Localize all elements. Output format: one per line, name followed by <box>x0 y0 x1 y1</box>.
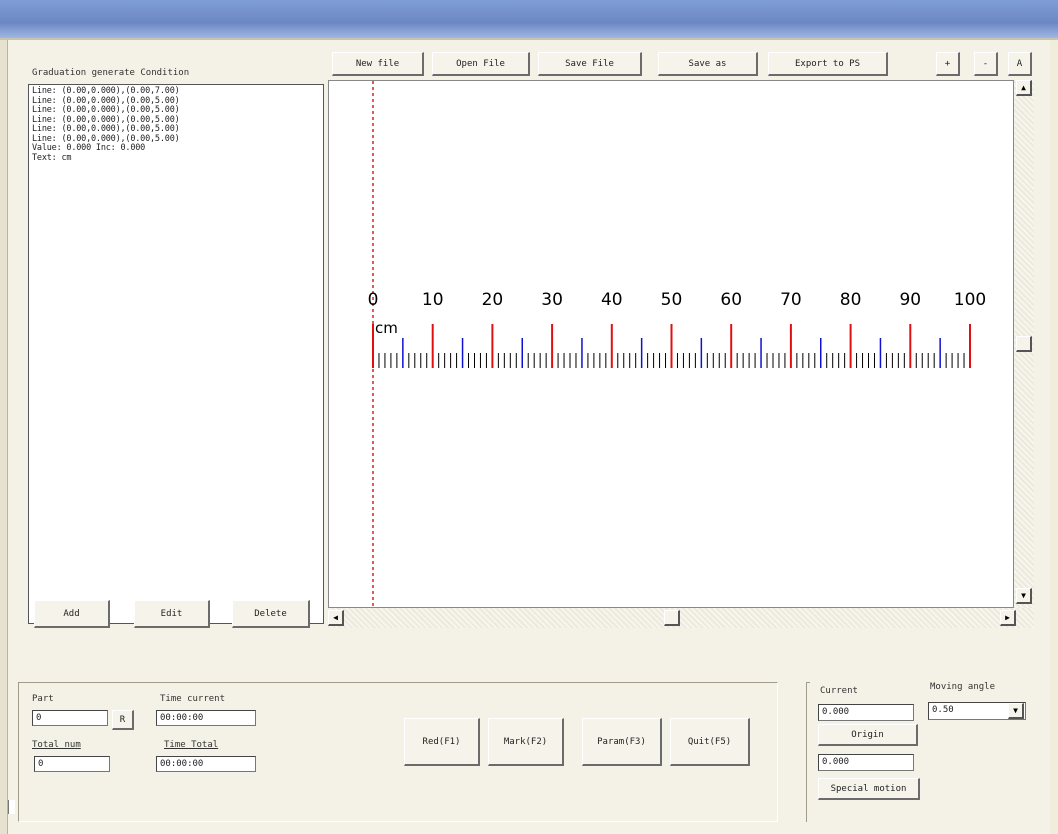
ruler-number-label: 30 <box>541 290 563 310</box>
origin-field[interactable]: 0.000 <box>818 754 914 771</box>
mark-f2-button[interactable]: Mark(F2) <box>488 718 564 766</box>
delete-condition-button[interactable]: Delete <box>232 600 310 628</box>
conditions-title: Graduation generate Condition <box>32 68 190 78</box>
origin-button[interactable]: Origin <box>818 724 918 746</box>
current-label: Current <box>820 686 858 696</box>
horizontal-scroll-thumb[interactable] <box>664 610 680 626</box>
fit-view-button[interactable]: A <box>1008 52 1032 76</box>
scroll-right-icon[interactable]: ▶ <box>1000 610 1016 626</box>
current-field[interactable]: 0.000 <box>818 704 914 721</box>
window-left-border <box>0 40 8 834</box>
ruler-number-label: 70 <box>780 290 802 310</box>
special-motion-button[interactable]: Special motion <box>818 778 920 800</box>
zoom-out-button[interactable]: - <box>974 52 998 76</box>
ruler-number-label: 20 <box>482 290 504 310</box>
ruler-number-label: 100 <box>954 290 986 310</box>
ruler-canvas[interactable]: 0 10 20 30 40 50 60 70 80 90 100 cm <box>328 80 1014 609</box>
part-reset-button[interactable]: R <box>112 710 134 730</box>
window-right-border <box>1050 40 1058 834</box>
ruler-number-label: 50 <box>661 290 683 310</box>
new-file-button[interactable]: New file <box>332 52 424 76</box>
zoom-in-button[interactable]: + <box>936 52 960 76</box>
part-field[interactable]: 0 <box>32 710 108 726</box>
scroll-down-icon[interactable]: ▼ <box>1016 588 1032 604</box>
param-f3-button[interactable]: Param(F3) <box>582 718 662 766</box>
right-group-divider <box>806 682 810 822</box>
ruler-number-label: 10 <box>422 290 444 310</box>
ruler-number-label: 40 <box>601 290 623 310</box>
condition-item[interactable]: Text: cm <box>32 153 320 164</box>
add-condition-button[interactable]: Add <box>34 600 110 628</box>
ruler-number-label: 80 <box>840 290 862 310</box>
total-num-field[interactable]: 0 <box>34 756 110 772</box>
save-as-button[interactable]: Save as <box>658 52 758 76</box>
time-current-field: 00:00:00 <box>156 710 256 726</box>
quit-f5-button[interactable]: Quit(F5) <box>670 718 750 766</box>
moving-angle-label: Moving angle <box>930 682 996 692</box>
save-file-button[interactable]: Save File <box>538 52 642 76</box>
ruler-drawing: 0 10 20 30 40 50 60 70 80 90 100 cm <box>368 81 986 609</box>
open-file-button[interactable]: Open File <box>432 52 530 76</box>
time-current-label: Time current <box>160 694 226 704</box>
status-bar-separator <box>8 800 15 814</box>
scroll-left-icon[interactable]: ◀ <box>328 610 344 626</box>
red-f1-button[interactable]: Red(F1) <box>404 718 480 766</box>
title-bar <box>0 0 1058 40</box>
edit-condition-button[interactable]: Edit <box>134 600 210 628</box>
time-total-label: Time Total <box>164 740 219 750</box>
moving-angle-value: 0.50 <box>932 705 954 715</box>
ruler-number-label: 90 <box>899 290 921 310</box>
scroll-up-icon[interactable]: ▲ <box>1016 80 1032 96</box>
conditions-list[interactable]: Line: (0.00,0.000),(0.00,7.00) Line: (0.0… <box>28 84 324 624</box>
vertical-scroll-thumb[interactable] <box>1016 336 1032 352</box>
vertical-scrollbar[interactable]: ▲ ▼ <box>1014 80 1034 626</box>
chevron-down-icon[interactable]: ▼ <box>1008 703 1024 719</box>
condition-item[interactable]: Value: 0.000 Inc: 0.000 <box>32 143 320 154</box>
horizontal-scrollbar[interactable]: ◀ ▶ <box>328 608 1034 628</box>
export-to-ps-button[interactable]: Export to PS <box>768 52 888 76</box>
ruler-number-label: 60 <box>720 290 742 310</box>
total-num-label: Total num <box>32 740 81 750</box>
ruler-unit-label: cm <box>375 319 398 337</box>
status-group <box>18 682 778 822</box>
time-total-field: 00:00:00 <box>156 756 256 772</box>
part-label: Part <box>32 694 54 704</box>
ruler-number-label: 0 <box>368 290 379 310</box>
